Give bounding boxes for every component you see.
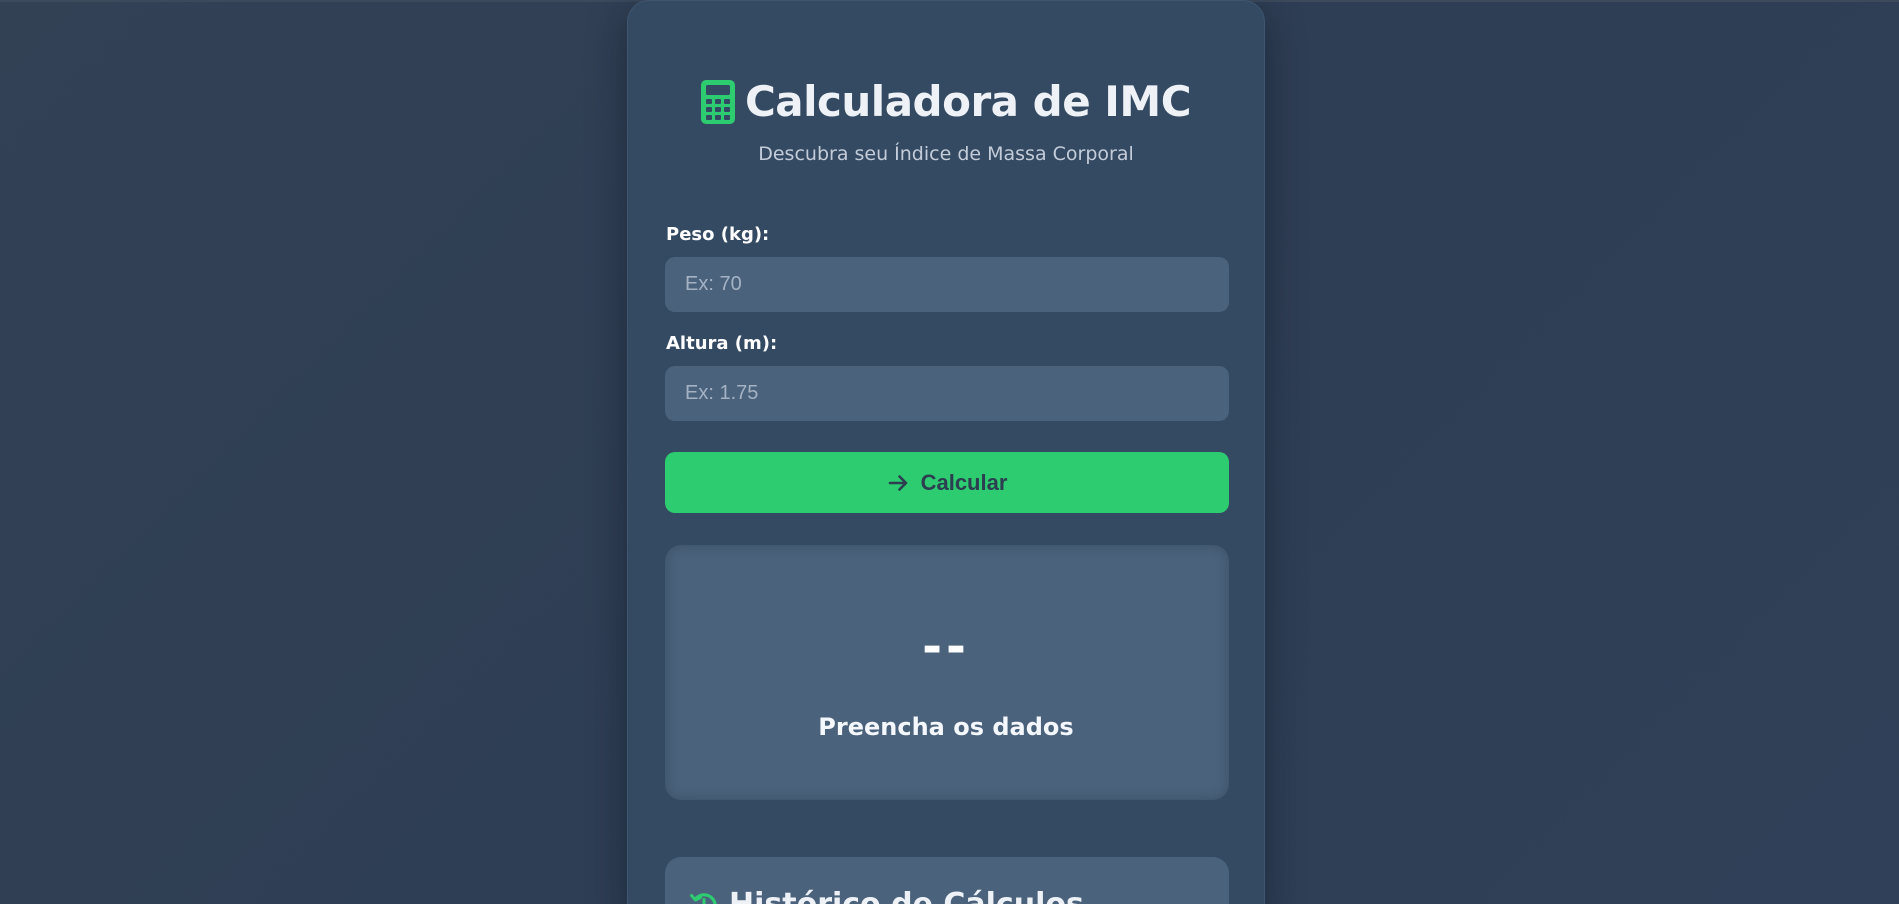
page-title: Calculadora de IMC	[744, 77, 1192, 126]
history-header: Histórico de Cálculos	[689, 887, 1084, 904]
weight-input[interactable]	[665, 257, 1229, 312]
history-icon	[690, 892, 717, 904]
weight-label: Peso (kg):	[666, 224, 770, 245]
height-input[interactable]	[665, 366, 1229, 421]
height-label: Altura (m):	[666, 333, 778, 354]
bmi-value: --	[922, 619, 970, 675]
arrow-right-icon	[888, 474, 907, 491]
calculator-card: Calculadora de IMC Descubra seu Índice d…	[627, 0, 1265, 904]
header: Calculadora de IMC	[628, 77, 1264, 126]
calculate-button-label: Calcular	[920, 469, 1008, 495]
calculator-icon	[700, 79, 735, 124]
result-message: Preencha os dados	[818, 713, 1074, 741]
page-subtitle: Descubra seu Índice de Massa Corporal	[758, 143, 1134, 165]
history-panel: Histórico de Cálculos	[665, 857, 1229, 904]
history-title: Histórico de Cálculos	[729, 887, 1084, 904]
calculate-button[interactable]: Calcular	[665, 452, 1229, 513]
